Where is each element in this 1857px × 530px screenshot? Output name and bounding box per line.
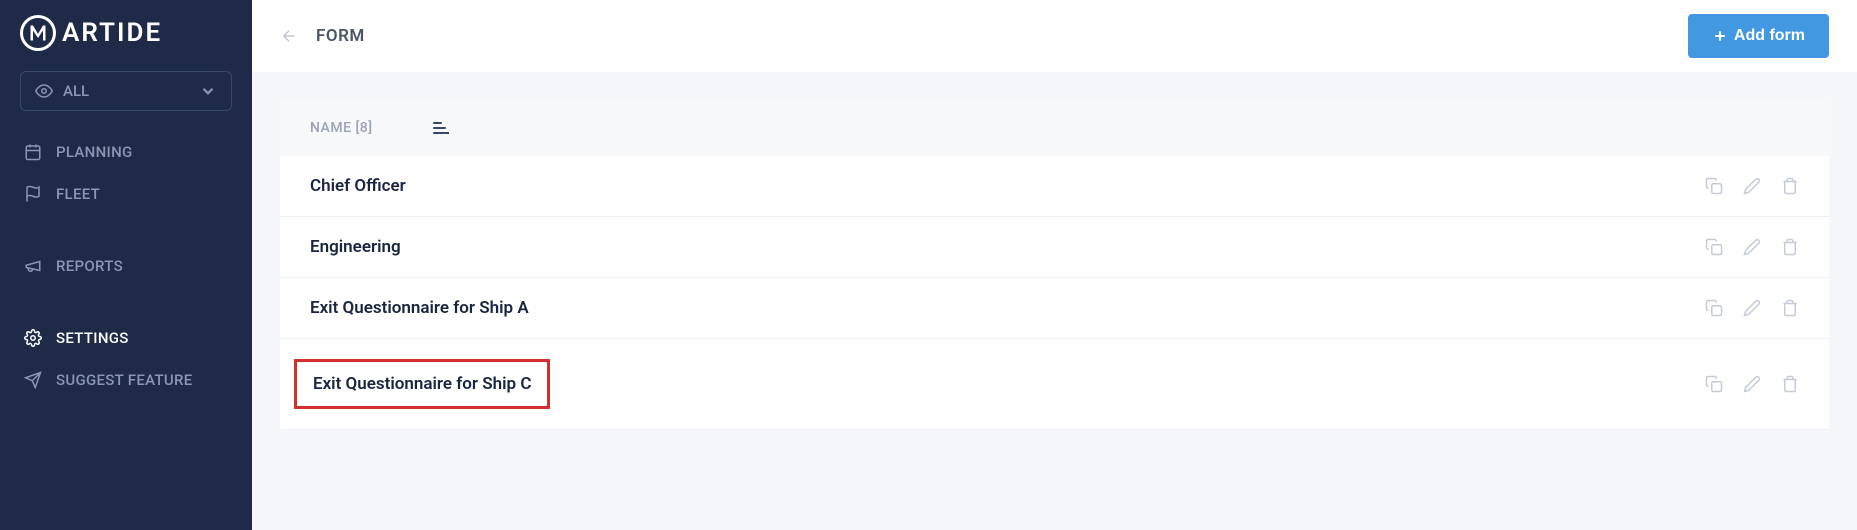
copy-icon[interactable] xyxy=(1705,177,1723,195)
row-actions xyxy=(1705,177,1799,195)
brand-logo[interactable]: ARTIDE xyxy=(0,15,252,51)
add-button-label: Add form xyxy=(1734,27,1805,45)
sidebar-item-label: PLANNING xyxy=(56,143,133,161)
copy-icon[interactable] xyxy=(1705,375,1723,393)
edit-icon[interactable] xyxy=(1743,299,1761,317)
send-icon xyxy=(24,371,42,389)
plus-icon xyxy=(1712,28,1728,44)
forms-table: NAME [8] Chief Officer Engineering Exit Qu… xyxy=(280,100,1829,430)
gear-icon xyxy=(24,329,42,347)
copy-icon[interactable] xyxy=(1705,299,1723,317)
trash-icon[interactable] xyxy=(1781,299,1799,317)
main-content: FORM Add form NAME [8] Chief Officer Engi… xyxy=(252,0,1857,530)
sidebar-item-fleet[interactable]: FLEET xyxy=(0,173,252,215)
calendar-icon xyxy=(24,143,42,161)
table-row[interactable]: Engineering xyxy=(280,217,1829,278)
trash-icon[interactable] xyxy=(1781,238,1799,256)
flag-icon xyxy=(24,185,42,203)
row-actions xyxy=(1705,299,1799,317)
brand-name: ARTIDE xyxy=(62,18,162,48)
sidebar-item-planning[interactable]: PLANNING xyxy=(0,131,252,173)
row-name: Exit Questionnaire for Ship C xyxy=(294,359,550,409)
row-actions xyxy=(1705,375,1799,393)
row-actions xyxy=(1705,238,1799,256)
filter-dropdown[interactable]: ALL xyxy=(20,71,232,111)
sidebar-item-label: FLEET xyxy=(56,185,100,203)
sidebar-item-suggest[interactable]: SUGGEST FEATURE xyxy=(0,359,252,401)
sidebar-item-settings[interactable]: SETTINGS xyxy=(0,317,252,359)
table-row[interactable]: Exit Questionnaire for Ship A xyxy=(280,278,1829,339)
sidebar-item-label: SETTINGS xyxy=(56,329,129,347)
edit-icon[interactable] xyxy=(1743,238,1761,256)
edit-icon[interactable] xyxy=(1743,177,1761,195)
back-arrow-icon[interactable] xyxy=(280,27,298,45)
filter-label: ALL xyxy=(63,82,89,100)
table-header: NAME [8] xyxy=(280,100,1829,156)
row-name: Exit Questionnaire for Ship A xyxy=(310,298,529,318)
sidebar-item-label: SUGGEST FEATURE xyxy=(56,371,193,389)
eye-icon xyxy=(35,82,53,100)
trash-icon[interactable] xyxy=(1781,375,1799,393)
row-name: Chief Officer xyxy=(310,176,406,196)
page-title: FORM xyxy=(316,26,365,46)
trash-icon[interactable] xyxy=(1781,177,1799,195)
table-row[interactable]: Exit Questionnaire for Ship C xyxy=(280,339,1829,430)
sort-icon[interactable] xyxy=(433,121,449,135)
copy-icon[interactable] xyxy=(1705,238,1723,256)
edit-icon[interactable] xyxy=(1743,375,1761,393)
table-column-name[interactable]: NAME [8] xyxy=(310,120,373,136)
add-form-button[interactable]: Add form xyxy=(1688,14,1829,58)
table-row[interactable]: Chief Officer xyxy=(280,156,1829,217)
row-name: Engineering xyxy=(310,237,401,257)
megaphone-icon xyxy=(24,257,42,275)
sidebar-item-label: REPORTS xyxy=(56,257,123,275)
sidebar: ARTIDE ALL PLANNING FLEET REPORTS SETTIN… xyxy=(0,0,252,530)
sidebar-item-reports[interactable]: REPORTS xyxy=(0,245,252,287)
chevron-down-icon xyxy=(199,82,217,100)
brand-logo-icon xyxy=(20,15,56,51)
page-header: FORM Add form xyxy=(252,0,1857,72)
